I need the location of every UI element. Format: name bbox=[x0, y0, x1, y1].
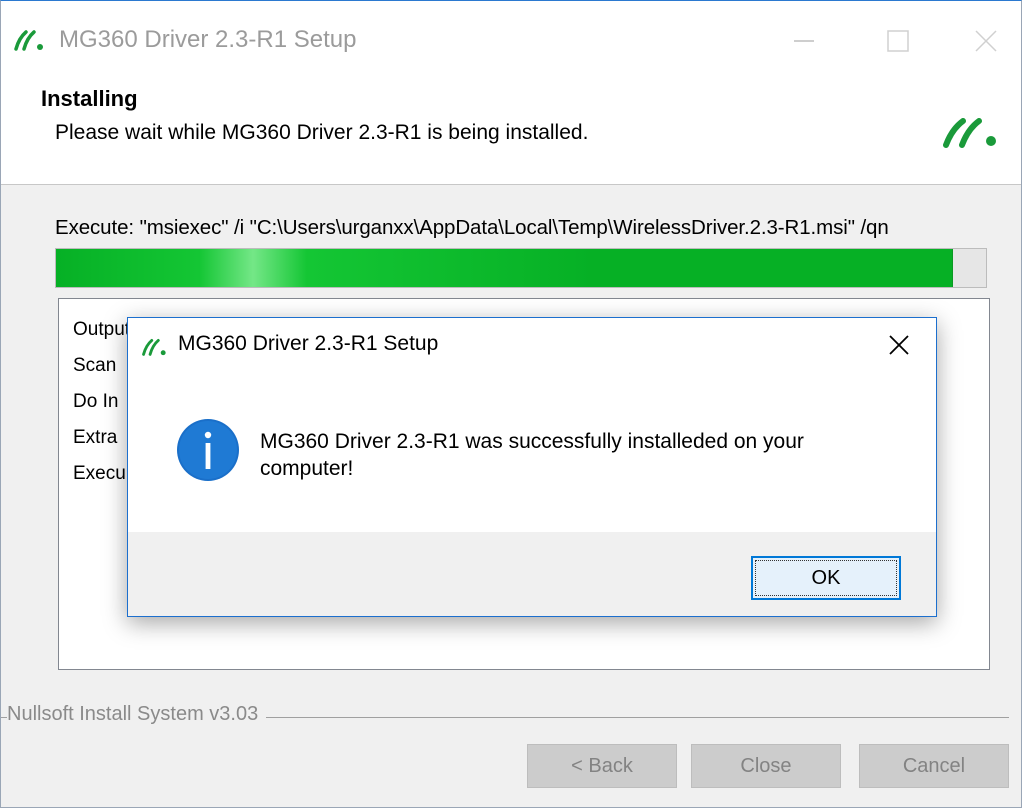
ok-button[interactable]: OK bbox=[751, 556, 901, 600]
branding-text: Nullsoft Install System v3.03 bbox=[7, 703, 267, 726]
page-title: Installing bbox=[41, 86, 138, 111]
maximize-icon[interactable] bbox=[868, 21, 928, 61]
ok-button-label: OK bbox=[811, 567, 841, 589]
header-band: Installing Please wait while MG360 Drive… bbox=[1, 73, 1021, 185]
dialog-message: MG360 Driver 2.3-R1 was successfully ins… bbox=[260, 430, 804, 480]
progress-status-text: Execute: "msiexec" /i "C:\Users\urganxx\… bbox=[55, 216, 889, 239]
info-icon bbox=[177, 419, 239, 481]
dialog-footer: OK bbox=[128, 532, 936, 616]
install-progress-bar bbox=[55, 248, 987, 288]
title-bar: MG360 Driver 2.3-R1 Setup bbox=[1, 1, 1021, 73]
back-button[interactable]: < Back bbox=[527, 744, 677, 788]
close-icon[interactable] bbox=[882, 330, 916, 360]
wireless-logo-icon bbox=[943, 118, 996, 148]
page-subtitle: Please wait while MG360 Driver 2.3-R1 is… bbox=[55, 121, 589, 144]
progress-fill bbox=[56, 249, 954, 287]
dialog-title: MG360 Driver 2.3-R1 Setup bbox=[178, 332, 439, 355]
setup-window: MG360 Driver 2.3-R1 Setup Installing Ple… bbox=[0, 0, 1022, 808]
wireless-logo-icon bbox=[142, 339, 166, 356]
dialog-title-bar: MG360 Driver 2.3-R1 Setup bbox=[128, 318, 936, 370]
wireless-logo-icon bbox=[14, 30, 43, 51]
minimize-icon[interactable] bbox=[774, 21, 834, 61]
branding-row: Nullsoft Install System v3.03 bbox=[1, 701, 1021, 731]
cancel-button[interactable]: Cancel bbox=[859, 744, 1009, 788]
close-button[interactable]: Close bbox=[691, 744, 841, 788]
success-dialog: MG360 Driver 2.3-R1 Setup MG360 Driver 2… bbox=[127, 317, 937, 617]
window-title: MG360 Driver 2.3-R1 Setup bbox=[59, 26, 357, 53]
close-icon[interactable] bbox=[956, 21, 1016, 61]
